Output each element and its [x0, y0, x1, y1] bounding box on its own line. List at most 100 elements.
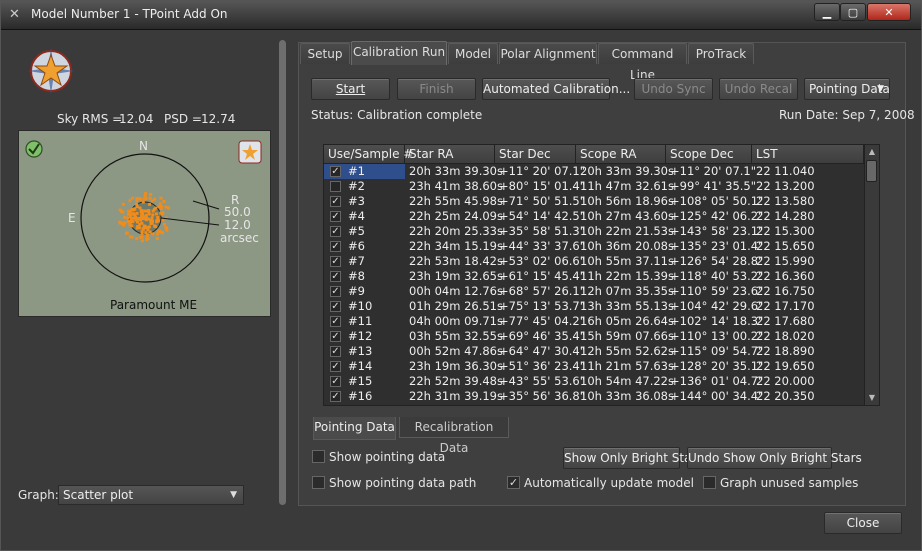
lst-cell: 22 15.650	[756, 239, 815, 253]
undo-recal-button[interactable]: Undo Recal	[719, 78, 798, 100]
use-checkbox[interactable]: ✓	[330, 376, 341, 387]
scatter-point	[138, 206, 142, 210]
table-row[interactable]: ✓ #8 23h 19m 32.65s +61° 15' 45.4" 11h 22m 1…	[324, 269, 864, 284]
scatter-point	[165, 228, 169, 232]
table-row[interactable]: #2 23h 41m 38.60s +80° 15' 01.4" 11h 47m 32…	[324, 179, 864, 194]
show-pointing-data-path-checkbox[interactable]	[312, 476, 325, 489]
use-checkbox[interactable]: ✓	[330, 271, 341, 282]
use-checkbox[interactable]: ✓	[330, 316, 341, 327]
tab-protrack[interactable]: ProTrack	[688, 43, 754, 64]
pane-splitter[interactable]	[279, 40, 286, 505]
graph-unused-samples-checkbox[interactable]	[703, 476, 716, 489]
col-use-sample[interactable]: Use/Sample #	[324, 145, 413, 163]
scatter-point	[155, 237, 159, 240]
table-row[interactable]: ✓ #7 22h 53m 18.42s +53° 02' 06.6" 10h 55m 3…	[324, 254, 864, 269]
pointing-data-table[interactable]: Use/Sample # Star RA Star Dec Scope RA S…	[323, 144, 880, 406]
scroll-down-icon[interactable]: ▼	[865, 391, 879, 405]
table-row[interactable]: ✓ #10 01h 29m 26.51s +75° 13' 53.7" 13h 33m …	[324, 299, 864, 314]
maximize-button[interactable]: ▢	[840, 3, 866, 21]
graph-type-value: Scatter plot	[63, 488, 134, 502]
scroll-thumb[interactable]	[866, 160, 877, 182]
col-star-ra[interactable]: Star RA	[405, 145, 495, 163]
close-button[interactable]: Close	[824, 512, 902, 534]
table-row[interactable]: ✓ #16 22h 31m 39.19s +35° 56' 36.8" 10h 33m …	[324, 389, 864, 404]
table-row[interactable]: ✓ #6 22h 34m 15.19s +44° 33' 37.6" 10h 36m 2…	[324, 239, 864, 254]
use-checkbox[interactable]: ✓	[330, 361, 341, 372]
use-checkbox[interactable]: ✓	[330, 256, 341, 267]
show-pointing-data-checkbox[interactable]	[312, 450, 325, 463]
table-row[interactable]: ✓ #13 00h 52m 47.86s +64° 47' 30.4" 12h 55m …	[324, 344, 864, 359]
undo-sync-button[interactable]: Undo Sync	[634, 78, 713, 100]
tab-polar-alignment[interactable]: Polar Alignment	[499, 43, 597, 64]
star-ra-cell: 22h 52m 39.48s	[409, 374, 503, 388]
start-button[interactable]: Start	[311, 78, 390, 100]
tab-pointing-data[interactable]: Pointing Data	[313, 417, 396, 440]
graph-type-select[interactable]: Scatter plot ▼	[58, 485, 244, 505]
undo-show-only-bright-stars-button[interactable]: Undo Show Only Bright Stars	[687, 447, 862, 469]
close-window-button[interactable]: ✕	[867, 3, 911, 21]
table-row[interactable]: ✓ #15 22h 52m 39.48s +43° 55' 53.6" 10h 54m …	[324, 374, 864, 389]
table-row[interactable]: ✓ #12 03h 55m 32.55s +69° 46' 35.4" 15h 59m …	[324, 329, 864, 344]
use-checkbox[interactable]: ✓	[330, 286, 341, 297]
lst-cell: 22 20.000	[756, 374, 815, 388]
use-sample-cell: ✓ #14	[324, 359, 405, 374]
use-checkbox[interactable]	[330, 181, 341, 192]
scatter-point	[147, 209, 151, 212]
scatter-point	[127, 219, 130, 223]
auto-update-model-checkbox[interactable]: ✓	[507, 476, 520, 489]
use-checkbox[interactable]: ✓	[330, 166, 341, 177]
use-sample-cell: ✓ #5	[324, 224, 405, 239]
col-lst[interactable]: LST	[752, 145, 864, 163]
sample-number: #12	[348, 329, 373, 343]
table-row[interactable]: ✓ #9 00h 04m 12.76s +68° 57' 26.1" 12h 07m 3…	[324, 284, 864, 299]
tab-setup[interactable]: Setup	[300, 43, 350, 64]
use-checkbox[interactable]: ✓	[330, 391, 341, 402]
scatter-point	[162, 200, 166, 203]
use-sample-cell: ✓ #9	[324, 284, 405, 299]
use-checkbox[interactable]: ✓	[330, 196, 341, 207]
show-only-bright-stars-button[interactable]: Show Only Bright Stars	[563, 447, 703, 469]
table-scrollbar[interactable]: ▲ ▼	[864, 145, 879, 405]
automated-calibration-button[interactable]: Automated Calibration...	[482, 78, 630, 100]
scatter-point	[121, 222, 125, 226]
minimize-button[interactable]: ▁	[814, 3, 840, 21]
use-checkbox[interactable]: ✓	[330, 301, 341, 312]
scope-ra-cell: 15h 59m 07.66s	[580, 329, 674, 343]
table-row[interactable]: ✓ #3 22h 55m 45.98s +71° 50' 51.5" 10h 56m 1…	[324, 194, 864, 209]
tab-calibration-run[interactable]: Calibration Run	[351, 41, 447, 65]
finish-button[interactable]: Finish	[397, 78, 476, 100]
pointing-data-menu-button[interactable]: Pointing Data ▼	[804, 78, 890, 100]
check-ok-icon	[25, 140, 43, 158]
tab-command-line[interactable]: Command Line	[598, 43, 687, 82]
scatter-point	[140, 214, 144, 218]
use-checkbox[interactable]: ✓	[330, 331, 341, 342]
scope-dec-cell: +115° 09' 54.7"	[670, 344, 764, 358]
table-row[interactable]: ✓ #14 23h 19m 36.30s +51° 36' 23.4" 11h 21m …	[324, 359, 864, 374]
table-row[interactable]: ✓ #11 04h 00m 09.71s +77° 45' 04.2" 16h 05m …	[324, 314, 864, 329]
lst-cell: 22 19.650	[756, 359, 815, 373]
scroll-up-icon[interactable]: ▲	[865, 145, 879, 159]
lst-cell: 22 18.890	[756, 344, 815, 358]
sample-number: #9	[348, 284, 365, 298]
use-checkbox[interactable]: ✓	[330, 211, 341, 222]
scatter-plot[interactable]: N E R 50.0 12.0 arcsec Paramount ME	[18, 130, 271, 317]
use-checkbox[interactable]: ✓	[330, 226, 341, 237]
col-star-dec[interactable]: Star Dec	[495, 145, 576, 163]
use-checkbox[interactable]: ✓	[330, 241, 341, 252]
outer-radius-line	[192, 200, 220, 210]
table-row[interactable]: ✓ #5 22h 20m 25.33s +35° 58' 51.3" 10h 22m 2…	[324, 224, 864, 239]
tab-recalibration-data[interactable]: Recalibration Data	[399, 417, 509, 455]
tab-model[interactable]: Model	[448, 43, 498, 64]
table-row[interactable]: ✓ #4 22h 25m 24.09s +54° 14' 42.5" 10h 27m 4…	[324, 209, 864, 224]
title-bar[interactable]: ✕ Model Number 1 - TPoint Add On ▁ ▢ ✕	[1, 1, 921, 30]
show-pointing-data-label: Show pointing data	[329, 450, 446, 464]
scatter-point	[131, 220, 135, 224]
use-checkbox[interactable]: ✓	[330, 346, 341, 357]
col-scope-ra[interactable]: Scope RA	[576, 145, 666, 163]
table-row[interactable]: ✓ #1 20h 33m 39.30s +11° 20' 07.1" 20h 33m 3…	[324, 164, 864, 179]
col-scope-dec[interactable]: Scope Dec	[666, 145, 752, 163]
sample-number: #4	[348, 209, 365, 223]
scatter-point	[163, 222, 167, 226]
scatter-point	[128, 199, 132, 203]
scope-ra-cell: 20h 33m 39.30s	[580, 164, 674, 178]
